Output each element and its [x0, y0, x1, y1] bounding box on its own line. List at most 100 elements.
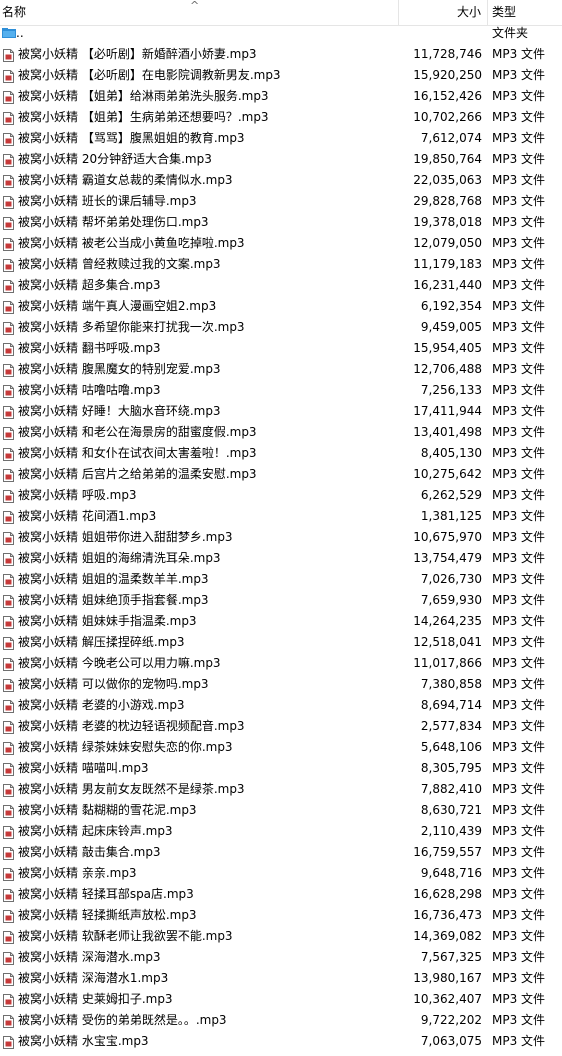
file-name: 被窝小妖精 姐姐的海绵清洗耳朵.mp3 [18, 551, 221, 565]
file-type: MP3 文件 [492, 614, 546, 628]
file-row[interactable]: 被窝小妖精 咕噜咕噜.mp3 7,256,133 MP3 文件 [0, 380, 562, 401]
type-column-label: 类型 [492, 5, 517, 19]
file-name: 被窝小妖精 软酥老师让我欲罢不能.mp3 [18, 929, 233, 943]
file-row[interactable]: 被窝小妖精 呼吸.mp3 6,262,529 MP3 文件 [0, 485, 562, 506]
file-name: 被窝小妖精 和女仆在试衣间太害羞啦！.mp3 [18, 446, 257, 460]
file-row[interactable]: 被窝小妖精 敲击集合.mp3 16,759,557 MP3 文件 [0, 842, 562, 863]
file-row[interactable]: 被窝小妖精 喵喵叫.mp3 8,305,795 MP3 文件 [0, 758, 562, 779]
mp3-file-icon [3, 762, 14, 776]
file-row[interactable]: 被窝小妖精 帮坏弟弟处理伤口.mp3 19,378,018 MP3 文件 [0, 212, 562, 233]
file-row[interactable]: 被窝小妖精 和女仆在试衣间太害羞啦！.mp3 8,405,130 MP3 文件 [0, 443, 562, 464]
mp3-file-icon [3, 279, 14, 293]
file-name: 被窝小妖精 起床床铃声.mp3 [18, 824, 173, 838]
mp3-file-icon [3, 951, 14, 965]
file-name: 被窝小妖精 端午真人漫画空姐2.mp3 [18, 299, 217, 313]
file-row[interactable]: 被窝小妖精 霸道女总裁的柔情似水.mp3 22,035,063 MP3 文件 [0, 170, 562, 191]
file-row[interactable]: 被窝小妖精 姐妹妹手指温柔.mp3 14,264,235 MP3 文件 [0, 611, 562, 632]
file-row[interactable]: 被窝小妖精 男友前女友既然不是绿茶.mp3 7,882,410 MP3 文件 [0, 779, 562, 800]
file-row[interactable]: 被窝小妖精 和老公在海景房的甜蜜度假.mp3 13,401,498 MP3 文件 [0, 422, 562, 443]
mp3-file-icon [3, 111, 14, 125]
size-column-header[interactable]: 大小 [398, 0, 487, 25]
file-name: 被窝小妖精 后宫片之给弟弟的温柔安慰.mp3 [18, 467, 257, 481]
file-row[interactable]: 被窝小妖精 水宝宝.mp3 7,063,075 MP3 文件 [0, 1031, 562, 1052]
file-row[interactable]: 被窝小妖精 后宫片之给弟弟的温柔安慰.mp3 10,275,642 MP3 文件 [0, 464, 562, 485]
mp3-file-icon [3, 972, 14, 986]
file-row[interactable]: 被窝小妖精 轻揉耳部spa店.mp3 16,628,298 MP3 文件 [0, 884, 562, 905]
file-name: 被窝小妖精 老婆的小游戏.mp3 [18, 698, 185, 712]
file-row[interactable]: 被窝小妖精 腹黑魔女的特别宠爱.mp3 12,706,488 MP3 文件 [0, 359, 562, 380]
mp3-file-icon [3, 636, 14, 650]
file-size: 11,728,746 [413, 47, 482, 61]
file-name: 被窝小妖精 【姐弟】给淋雨弟弟洗头服务.mp3 [18, 89, 269, 103]
file-type: MP3 文件 [492, 656, 546, 670]
file-row[interactable]: 被窝小妖精 绿茶妹妹安慰失恋的你.mp3 5,648,106 MP3 文件 [0, 737, 562, 758]
file-name: 被窝小妖精 敲击集合.mp3 [18, 845, 161, 859]
file-name: 被窝小妖精 【必听剧】新婚醉酒小娇妻.mp3 [18, 47, 257, 61]
file-type: MP3 文件 [492, 299, 546, 313]
file-row[interactable]: 被窝小妖精 超多集合.mp3 16,231,440 MP3 文件 [0, 275, 562, 296]
mp3-file-icon [3, 741, 14, 755]
file-type: MP3 文件 [492, 467, 546, 481]
file-size: 7,882,410 [420, 782, 482, 796]
file-row[interactable]: 被窝小妖精 姐姐的海绵清洗耳朵.mp3 13,754,479 MP3 文件 [0, 548, 562, 569]
file-size: 7,026,730 [420, 572, 482, 586]
file-row[interactable]: 被窝小妖精 姐姐带你进入甜甜梦乡.mp3 10,675,970 MP3 文件 [0, 527, 562, 548]
file-row[interactable]: 被窝小妖精 多希望你能来打扰我一次.mp3 9,459,005 MP3 文件 [0, 317, 562, 338]
parent-folder-row[interactable]: .. 文件夹 [0, 23, 562, 44]
file-row[interactable]: 被窝小妖精 姐姐的温柔数羊羊.mp3 7,026,730 MP3 文件 [0, 569, 562, 590]
file-type: MP3 文件 [492, 992, 546, 1006]
file-name: 被窝小妖精 霸道女总裁的柔情似水.mp3 [18, 173, 233, 187]
file-size: 14,369,082 [413, 929, 482, 943]
file-row[interactable]: 被窝小妖精 【必听剧】在电影院调教新男友.mp3 15,920,250 MP3 文件 [0, 65, 562, 86]
file-row[interactable]: 被窝小妖精 被老公当成小黄鱼吃掉啦.mp3 12,079,050 MP3 文件 [0, 233, 562, 254]
file-size: 8,694,714 [420, 698, 482, 712]
file-size: 7,567,325 [420, 950, 482, 964]
file-row[interactable]: 被窝小妖精 翻书呼吸.mp3 15,954,405 MP3 文件 [0, 338, 562, 359]
file-name: 被窝小妖精 姐妹妹手指温柔.mp3 [18, 614, 197, 628]
file-row[interactable]: 被窝小妖精 老婆的小游戏.mp3 8,694,714 MP3 文件 [0, 695, 562, 716]
mp3-file-icon [3, 468, 14, 482]
file-row[interactable]: 被窝小妖精 20分钟舒适大合集.mp3 19,850,764 MP3 文件 [0, 149, 562, 170]
file-row[interactable]: 被窝小妖精 曾经救赎过我的文案.mp3 11,179,183 MP3 文件 [0, 254, 562, 275]
type-column-header[interactable]: 类型 [487, 0, 562, 25]
file-row[interactable]: 被窝小妖精 深海潜水.mp3 7,567,325 MP3 文件 [0, 947, 562, 968]
file-row[interactable]: 被窝小妖精 姐妹绝顶手指套餐.mp3 7,659,930 MP3 文件 [0, 590, 562, 611]
file-name: 被窝小妖精 【姐弟】生病弟弟还想要吗？.mp3 [18, 110, 269, 124]
mp3-file-icon [3, 174, 14, 188]
file-type: MP3 文件 [492, 131, 546, 145]
file-row[interactable]: 被窝小妖精 受伤的弟弟既然是。。.mp3 9,722,202 MP3 文件 [0, 1010, 562, 1031]
mp3-file-icon [3, 573, 14, 587]
mp3-file-icon [3, 153, 14, 167]
file-size: 7,256,133 [420, 383, 482, 397]
file-size: 7,659,930 [420, 593, 482, 607]
file-row[interactable]: 被窝小妖精 花间酒1.mp3 1,381,125 MP3 文件 [0, 506, 562, 527]
mp3-file-icon [3, 489, 14, 503]
file-row[interactable]: 被窝小妖精 【姐弟】生病弟弟还想要吗？.mp3 10,702,266 MP3 文件 [0, 107, 562, 128]
file-name: 被窝小妖精 翻书呼吸.mp3 [18, 341, 161, 355]
file-row[interactable]: 被窝小妖精 解压揉捏碎纸.mp3 12,518,041 MP3 文件 [0, 632, 562, 653]
mp3-file-icon [3, 426, 14, 440]
file-row[interactable]: 被窝小妖精 亲亲.mp3 9,648,716 MP3 文件 [0, 863, 562, 884]
file-row[interactable]: 被窝小妖精 好睡！大脑水音环绕.mp3 17,411,944 MP3 文件 [0, 401, 562, 422]
file-type: MP3 文件 [492, 740, 546, 754]
file-type: MP3 文件 [492, 257, 546, 271]
sort-ascending-icon: ^ [190, 0, 200, 12]
file-row[interactable]: 被窝小妖精 【姐弟】给淋雨弟弟洗头服务.mp3 16,152,426 MP3 文件 [0, 86, 562, 107]
mp3-file-icon [3, 195, 14, 209]
file-row[interactable]: 被窝小妖精 软酥老师让我欲罢不能.mp3 14,369,082 MP3 文件 [0, 926, 562, 947]
file-row[interactable]: 被窝小妖精 可以做你的宠物吗.mp3 7,380,858 MP3 文件 [0, 674, 562, 695]
file-row[interactable]: 被窝小妖精 今晚老公可以用力嘛.mp3 11,017,866 MP3 文件 [0, 653, 562, 674]
file-row[interactable]: 被窝小妖精 端午真人漫画空姐2.mp3 6,192,354 MP3 文件 [0, 296, 562, 317]
file-row[interactable]: 被窝小妖精 深海潜水1.mp3 13,980,167 MP3 文件 [0, 968, 562, 989]
file-row[interactable]: 被窝小妖精 老婆的枕边轻语视频配音.mp3 2,577,834 MP3 文件 [0, 716, 562, 737]
file-row[interactable]: 被窝小妖精 黏糊糊的雪花泥.mp3 8,630,721 MP3 文件 [0, 800, 562, 821]
file-row[interactable]: 被窝小妖精 【骂骂】腹黑姐姐的教育.mp3 7,612,074 MP3 文件 [0, 128, 562, 149]
file-row[interactable]: 被窝小妖精 【必听剧】新婚醉酒小娇妻.mp3 11,728,746 MP3 文件 [0, 44, 562, 65]
file-row[interactable]: 被窝小妖精 轻揉撕纸声放松.mp3 16,736,473 MP3 文件 [0, 905, 562, 926]
file-row[interactable]: 被窝小妖精 班长的课后辅导.mp3 29,828,768 MP3 文件 [0, 191, 562, 212]
name-column-header[interactable]: 名称 ^ [0, 0, 397, 25]
file-name: 被窝小妖精 帮坏弟弟处理伤口.mp3 [18, 215, 209, 229]
mp3-file-icon [3, 405, 14, 419]
file-row[interactable]: 被窝小妖精 史莱姆扣子.mp3 10,362,407 MP3 文件 [0, 989, 562, 1010]
file-row[interactable]: 被窝小妖精 起床床铃声.mp3 2,110,439 MP3 文件 [0, 821, 562, 842]
